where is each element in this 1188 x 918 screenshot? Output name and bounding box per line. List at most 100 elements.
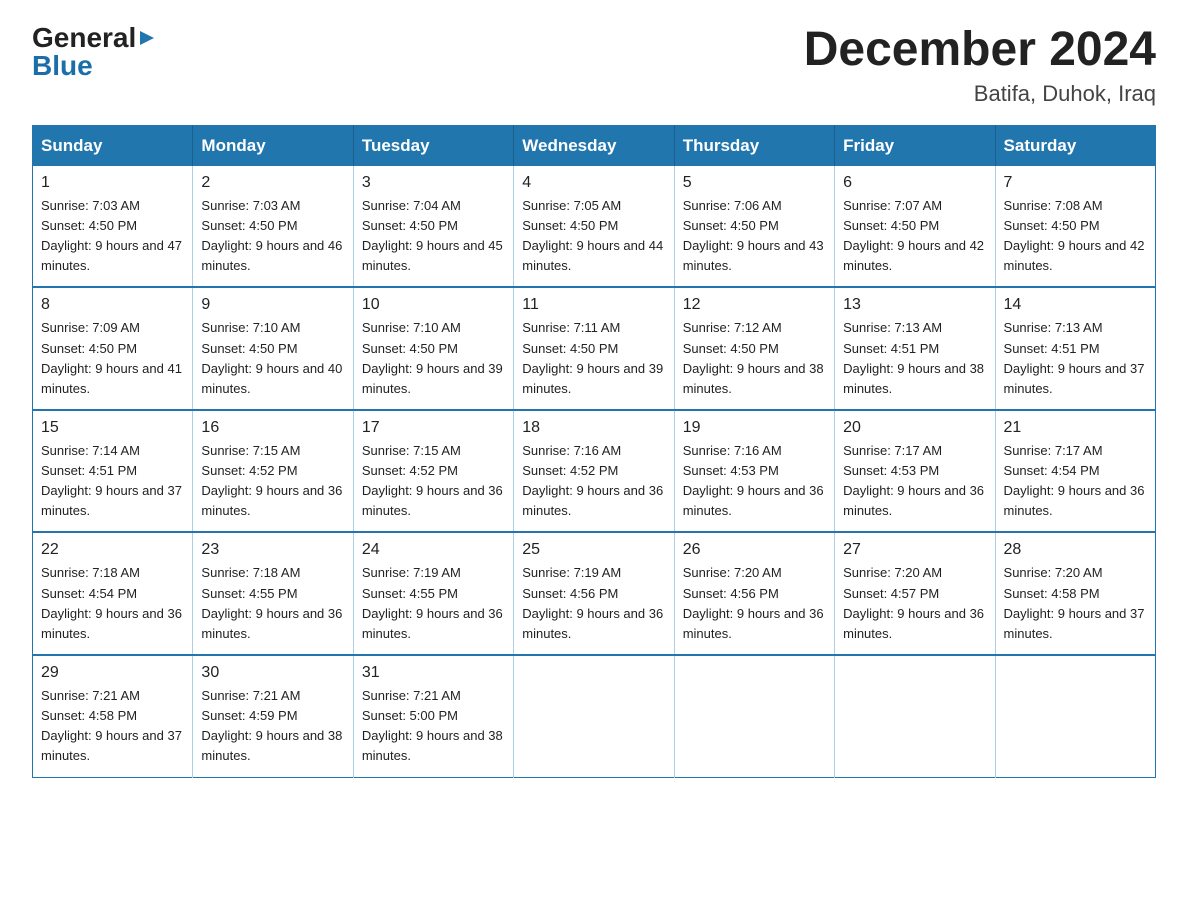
sunset-label: Sunset: 4:59 PM	[201, 708, 297, 723]
daylight-label: Daylight: 9 hours and 44 minutes.	[522, 238, 663, 273]
day-info: Sunrise: 7:20 AMSunset: 4:56 PMDaylight:…	[683, 563, 826, 644]
sunrise-label: Sunrise: 7:14 AM	[41, 443, 140, 458]
daylight-label: Daylight: 9 hours and 42 minutes.	[1004, 238, 1145, 273]
title-block: December 2024 Batifa, Duhok, Iraq	[804, 24, 1156, 107]
weekday-header-wednesday: Wednesday	[514, 125, 674, 166]
daylight-label: Daylight: 9 hours and 36 minutes.	[41, 606, 182, 641]
calendar-day-cell: 15Sunrise: 7:14 AMSunset: 4:51 PMDayligh…	[33, 410, 193, 533]
calendar-day-cell: 19Sunrise: 7:16 AMSunset: 4:53 PMDayligh…	[674, 410, 834, 533]
sunrise-label: Sunrise: 7:03 AM	[201, 198, 300, 213]
sunrise-label: Sunrise: 7:17 AM	[843, 443, 942, 458]
sunset-label: Sunset: 4:51 PM	[41, 463, 137, 478]
calendar-day-cell: 31Sunrise: 7:21 AMSunset: 5:00 PMDayligh…	[353, 655, 513, 777]
calendar-day-cell: 25Sunrise: 7:19 AMSunset: 4:56 PMDayligh…	[514, 532, 674, 655]
calendar-week-row: 29Sunrise: 7:21 AMSunset: 4:58 PMDayligh…	[33, 655, 1156, 777]
daylight-label: Daylight: 9 hours and 36 minutes.	[362, 606, 503, 641]
day-info: Sunrise: 7:09 AMSunset: 4:50 PMDaylight:…	[41, 318, 184, 399]
calendar-week-row: 8Sunrise: 7:09 AMSunset: 4:50 PMDaylight…	[33, 287, 1156, 410]
calendar-day-cell: 27Sunrise: 7:20 AMSunset: 4:57 PMDayligh…	[835, 532, 995, 655]
daylight-label: Daylight: 9 hours and 42 minutes.	[843, 238, 984, 273]
calendar-day-cell: 11Sunrise: 7:11 AMSunset: 4:50 PMDayligh…	[514, 287, 674, 410]
sunset-label: Sunset: 4:51 PM	[1004, 341, 1100, 356]
weekday-header-saturday: Saturday	[995, 125, 1155, 166]
calendar-day-cell: 14Sunrise: 7:13 AMSunset: 4:51 PMDayligh…	[995, 287, 1155, 410]
sunset-label: Sunset: 4:50 PM	[41, 341, 137, 356]
day-number: 23	[201, 541, 344, 559]
weekday-header-sunday: Sunday	[33, 125, 193, 166]
daylight-label: Daylight: 9 hours and 40 minutes.	[201, 361, 342, 396]
sunrise-label: Sunrise: 7:21 AM	[362, 688, 461, 703]
day-number: 19	[683, 419, 826, 437]
day-number: 25	[522, 541, 665, 559]
calendar-subtitle: Batifa, Duhok, Iraq	[804, 81, 1156, 107]
sunrise-label: Sunrise: 7:20 AM	[1004, 565, 1103, 580]
day-number: 11	[522, 296, 665, 314]
day-info: Sunrise: 7:06 AM Sunset: 4:50 PM Daylight:…	[683, 196, 826, 277]
calendar-day-cell: 2Sunrise: 7:03 AMSunset: 4:50 PMDaylight…	[193, 166, 353, 288]
day-info: Sunrise: 7:16 AMSunset: 4:52 PMDaylight:…	[522, 441, 665, 522]
day-info: Sunrise: 7:21 AMSunset: 5:00 PMDaylight:…	[362, 686, 505, 767]
day-number: 22	[41, 541, 184, 559]
day-info: Sunrise: 7:15 AMSunset: 4:52 PMDaylight:…	[362, 441, 505, 522]
sunset-label: Sunset: 4:53 PM	[683, 463, 779, 478]
daylight-label: Daylight: 9 hours and 36 minutes.	[843, 606, 984, 641]
sunrise-label: Sunrise: 7:16 AM	[683, 443, 782, 458]
daylight-label: Daylight: 9 hours and 47 minutes.	[41, 238, 182, 273]
daylight-label: Daylight: 9 hours and 36 minutes.	[843, 483, 984, 518]
day-number: 17	[362, 419, 505, 437]
sunset-label: Sunset: 4:55 PM	[201, 586, 297, 601]
sunset-label: Sunset: 4:54 PM	[1004, 463, 1100, 478]
day-number: 18	[522, 419, 665, 437]
sunrise-label: Sunrise: 7:08 AM	[1004, 198, 1103, 213]
day-number: 9	[201, 296, 344, 314]
day-info: Sunrise: 7:03 AMSunset: 4:50 PMDaylight:…	[41, 196, 184, 277]
day-info: Sunrise: 7:17 AM Sunset: 4:53 PM Daylight:…	[843, 441, 986, 522]
weekday-header-monday: Monday	[193, 125, 353, 166]
calendar-title: December 2024	[804, 24, 1156, 77]
calendar-day-cell: 23Sunrise: 7:18 AMSunset: 4:55 PMDayligh…	[193, 532, 353, 655]
day-number: 3	[362, 174, 505, 192]
sunset-label: Sunset: 4:50 PM	[362, 218, 458, 233]
daylight-label: Daylight: 9 hours and 36 minutes.	[522, 483, 663, 518]
logo-triangle-icon	[136, 27, 158, 49]
sunrise-label: Sunrise: 7:16 AM	[522, 443, 621, 458]
day-number: 15	[41, 419, 184, 437]
sunrise-label: Sunrise: 7:04 AM	[362, 198, 461, 213]
sunrise-label: Sunrise: 7:09 AM	[41, 320, 140, 335]
calendar-day-cell: 26Sunrise: 7:20 AMSunset: 4:56 PMDayligh…	[674, 532, 834, 655]
sunset-label: Sunset: 4:56 PM	[683, 586, 779, 601]
day-number: 20	[843, 419, 986, 437]
calendar-day-cell: 21Sunrise: 7:17 AMSunset: 4:54 PMDayligh…	[995, 410, 1155, 533]
logo: General Blue	[32, 24, 158, 80]
calendar-day-cell: 22Sunrise: 7:18 AMSunset: 4:54 PMDayligh…	[33, 532, 193, 655]
day-number: 16	[201, 419, 344, 437]
sunrise-label: Sunrise: 7:13 AM	[843, 320, 942, 335]
sunset-label: Sunset: 4:50 PM	[362, 341, 458, 356]
day-number: 5	[683, 174, 826, 192]
sunrise-label: Sunrise: 7:20 AM	[843, 565, 942, 580]
sunrise-label: Sunrise: 7:06 AM	[683, 198, 782, 213]
day-number: 12	[683, 296, 826, 314]
daylight-label: Daylight: 9 hours and 46 minutes.	[201, 238, 342, 273]
day-info: Sunrise: 7:15 AMSunset: 4:52 PMDaylight:…	[201, 441, 344, 522]
day-info: Sunrise: 7:16 AMSunset: 4:53 PMDaylight:…	[683, 441, 826, 522]
sunset-label: Sunset: 4:50 PM	[683, 218, 779, 233]
calendar-day-cell: 5 Sunrise: 7:06 AM Sunset: 4:50 PM Daylight…	[674, 166, 834, 288]
day-number: 10	[362, 296, 505, 314]
sunrise-label: Sunrise: 7:05 AM	[522, 198, 621, 213]
daylight-label: Daylight: 9 hours and 39 minutes.	[522, 361, 663, 396]
sunset-label: Sunset: 4:51 PM	[843, 341, 939, 356]
sunrise-label: Sunrise: 7:07 AM	[843, 198, 942, 213]
calendar-day-cell: 16 Sunrise: 7:15 AMSunset: 4:52 PMDayligh…	[193, 410, 353, 533]
calendar-day-cell	[835, 655, 995, 777]
calendar-header-row: SundayMondayTuesdayWednesdayThursdayFrid…	[33, 125, 1156, 166]
day-info: Sunrise: 7:10 AMSunset: 4:50 PMDaylight:…	[201, 318, 344, 399]
sunset-label: Sunset: 4:53 PM	[843, 463, 939, 478]
day-number: 14	[1004, 296, 1147, 314]
weekday-header-thursday: Thursday	[674, 125, 834, 166]
sunset-label: Sunset: 4:57 PM	[843, 586, 939, 601]
calendar-day-cell	[674, 655, 834, 777]
daylight-label: Daylight: 9 hours and 36 minutes.	[1004, 483, 1145, 518]
weekday-header-friday: Friday	[835, 125, 995, 166]
daylight-label: Daylight: 9 hours and 43 minutes.	[683, 238, 824, 273]
